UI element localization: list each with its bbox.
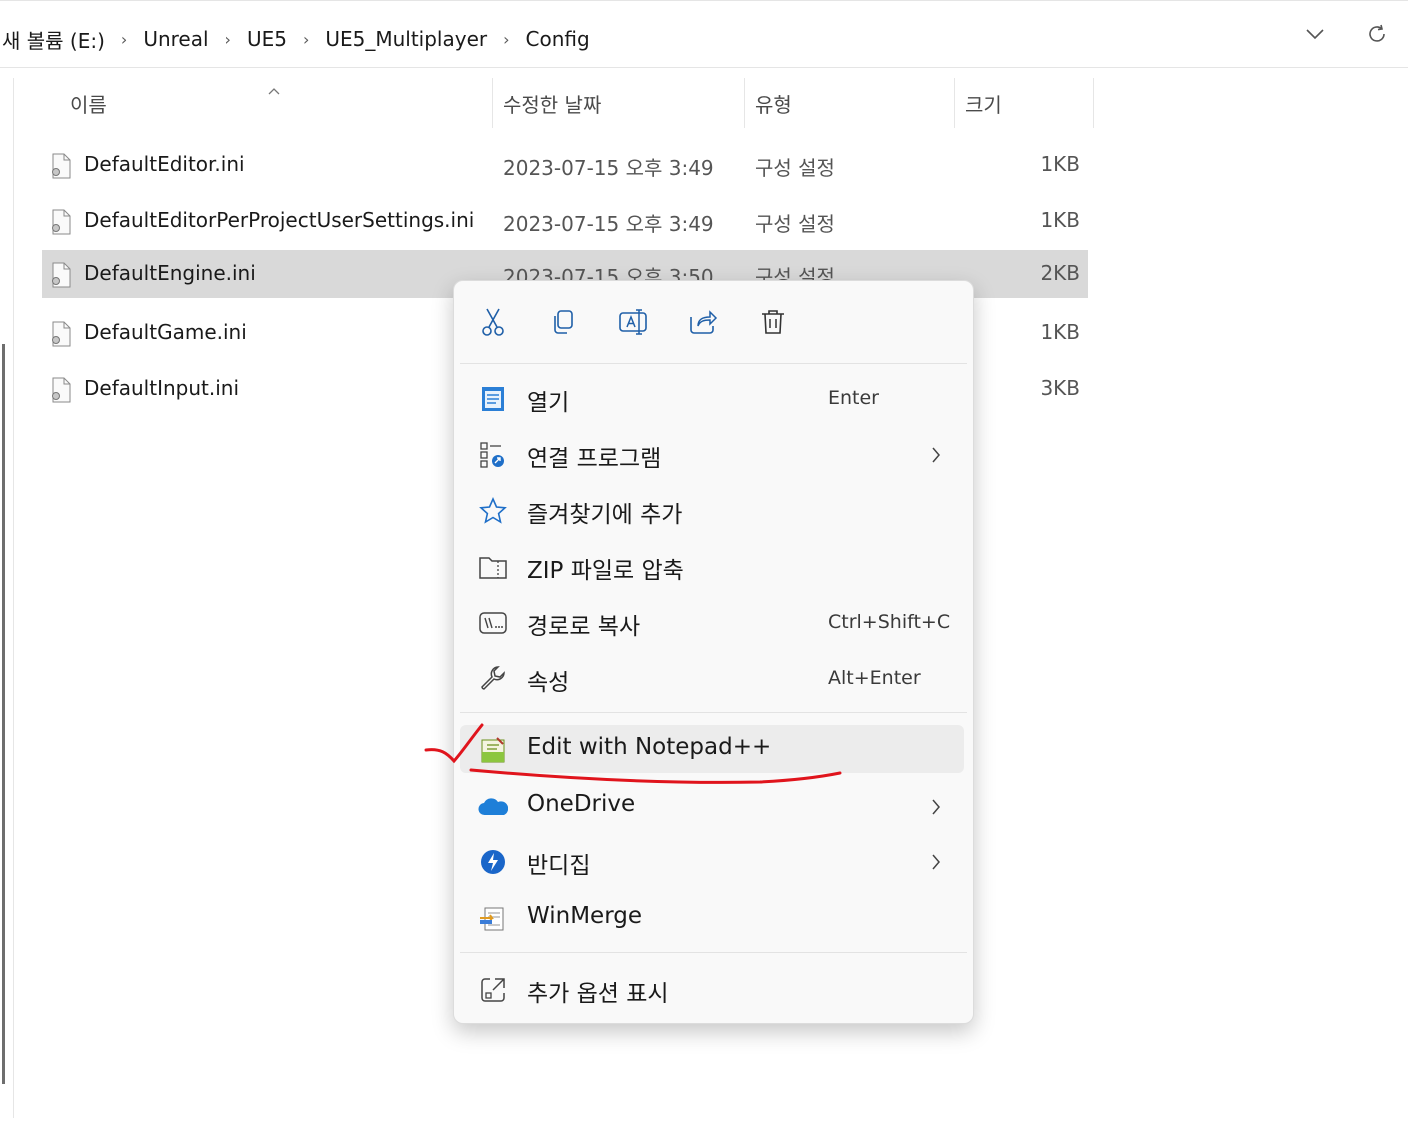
file-date: 2023-07-15 오후 3:49 (503, 156, 714, 180)
menu-divider (460, 952, 967, 953)
menu-item-label: 추가 옵션 표시 (527, 981, 669, 1007)
breadcrumb: 새 볼륨 (E:) › Unreal › UE5 › UE5_Multiplay… (0, 23, 592, 55)
menu-item-label: OneDrive (527, 791, 636, 817)
column-header: 이름 수정한 날짜 유형 크기 (42, 78, 1094, 128)
file-date: 2023-07-15 오후 3:49 (503, 212, 714, 236)
context-menu: 열기 Enter 연결 프로그램 즐겨찾기에 추가 ZIP 파일로 압축 경로로… (453, 280, 974, 1024)
file-row[interactable]: DefaultEditorPerProjectUserSettings.ini … (42, 197, 1088, 245)
column-name-header[interactable]: 이름 (42, 78, 493, 128)
ini-file-icon (50, 321, 72, 352)
breadcrumb-config[interactable]: Config (524, 27, 592, 51)
menu-item-winmerge[interactable]: WinMerge (460, 894, 964, 942)
file-name: DefaultEngine.ini (84, 261, 256, 285)
file-name: DefaultEditorPerProjectUserSettings.ini (84, 208, 475, 232)
ini-file-icon (50, 153, 72, 184)
menu-item-onedrive[interactable]: OneDrive (460, 782, 964, 830)
menu-item-label: WinMerge (527, 903, 642, 929)
notepad-icon (478, 384, 508, 414)
address-bar[interactable]: 새 볼륨 (E:) › Unreal › UE5 › UE5_Multiplay… (0, 0, 1408, 68)
menu-divider (460, 363, 967, 364)
menu-item-label: ZIP 파일로 압축 (527, 558, 684, 584)
menu-item-label: 반디집 (527, 853, 591, 879)
breadcrumb-separator[interactable]: › (503, 30, 509, 49)
bandizip-icon (478, 847, 508, 877)
menu-item-edit-with-notepadpp[interactable]: Edit with Notepad++ (460, 725, 964, 773)
column-type-label: 유형 (755, 92, 792, 117)
copy-path-icon (478, 608, 508, 638)
menu-item-label: 열기 (527, 390, 570, 416)
menu-item-shortcut: Enter (828, 387, 879, 409)
chevron-down-icon[interactable] (1302, 21, 1328, 47)
menu-item-shortcut: Ctrl+Shift+C (828, 611, 951, 633)
column-name-label: 이름 (70, 92, 107, 117)
menu-item-label: 속성 (527, 670, 570, 696)
column-date-label: 수정한 날짜 (503, 92, 602, 117)
ini-file-icon (50, 377, 72, 408)
column-type-header[interactable]: 유형 (745, 78, 955, 128)
menu-item-open[interactable]: 열기 Enter (460, 374, 964, 422)
copy-icon[interactable] (546, 305, 580, 339)
column-size-header[interactable]: 크기 (955, 78, 1094, 128)
breadcrumb-ue5[interactable]: UE5 (245, 27, 289, 51)
zip-folder-icon (478, 552, 508, 582)
delete-icon[interactable] (756, 305, 790, 339)
column-date-header[interactable]: 수정한 날짜 (493, 78, 745, 128)
menu-item-bandizip[interactable]: 반디집 (460, 837, 964, 885)
winmerge-icon (478, 904, 508, 934)
breadcrumb-unreal[interactable]: Unreal (141, 27, 210, 51)
file-name: DefaultGame.ini (84, 320, 247, 344)
context-menu-toolbar (454, 281, 973, 363)
file-size: 1KB (1040, 320, 1080, 344)
menu-item-label: Edit with Notepad++ (527, 734, 772, 760)
file-size: 2KB (1040, 261, 1080, 285)
navigation-pane-scrollbar[interactable] (2, 344, 5, 1084)
column-size-label: 크기 (965, 92, 1002, 117)
share-icon[interactable] (686, 305, 720, 339)
menu-item-label: 즐겨찾기에 추가 (527, 502, 683, 528)
chevron-right-icon (930, 444, 942, 470)
menu-item-copy-path[interactable]: 경로로 복사 Ctrl+Shift+C (460, 598, 964, 646)
wrench-icon (478, 664, 508, 694)
chevron-right-icon (930, 851, 942, 877)
menu-divider (460, 712, 967, 713)
refresh-icon[interactable] (1364, 21, 1390, 47)
breadcrumb-ue5-multiplayer[interactable]: UE5_Multiplayer (323, 27, 489, 51)
file-size: 1KB (1040, 208, 1080, 232)
rename-icon[interactable] (616, 305, 650, 339)
menu-item-label: 연결 프로그램 (527, 446, 662, 472)
file-type: 구성 설정 (755, 156, 835, 180)
cut-icon[interactable] (476, 305, 510, 339)
breadcrumb-separator[interactable]: › (121, 30, 127, 49)
ini-file-icon (50, 262, 72, 293)
onedrive-icon (478, 792, 508, 822)
chevron-right-icon (930, 796, 942, 822)
file-row[interactable]: DefaultEditor.ini 2023-07-15 오후 3:49 구성 … (42, 141, 1088, 189)
breadcrumb-separator[interactable]: › (303, 30, 309, 49)
file-size: 3KB (1040, 376, 1080, 400)
file-size: 1KB (1040, 152, 1080, 176)
menu-item-properties[interactable]: 속성 Alt+Enter (460, 654, 964, 702)
menu-item-compress-zip[interactable]: ZIP 파일로 압축 (460, 542, 964, 590)
menu-item-shortcut: Alt+Enter (828, 667, 921, 689)
sort-ascending-icon (268, 76, 280, 100)
notepadpp-icon (478, 735, 508, 765)
menu-item-label: 경로로 복사 (527, 614, 641, 640)
menu-item-more-options[interactable]: 추가 옵션 표시 (460, 965, 964, 1013)
star-icon (478, 496, 508, 526)
more-options-icon (478, 975, 508, 1005)
file-type: 구성 설정 (755, 212, 835, 236)
breadcrumb-separator[interactable]: › (225, 30, 231, 49)
menu-item-open-with[interactable]: 연결 프로그램 (460, 430, 964, 478)
file-name: DefaultEditor.ini (84, 152, 245, 176)
breadcrumb-drive[interactable]: 새 볼륨 (E:) (0, 25, 107, 54)
open-with-icon (478, 440, 508, 470)
file-name: DefaultInput.ini (84, 376, 240, 400)
ini-file-icon (50, 209, 72, 240)
menu-item-add-favorites[interactable]: 즐겨찾기에 추가 (460, 486, 964, 534)
